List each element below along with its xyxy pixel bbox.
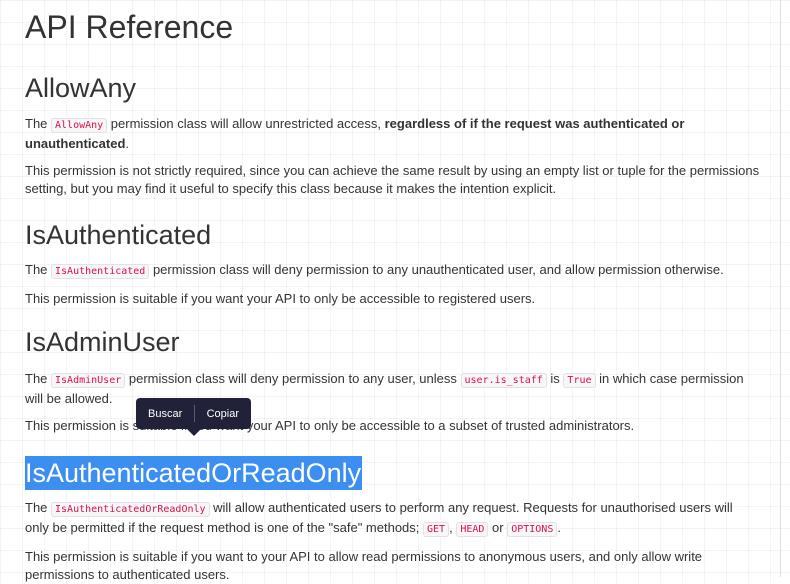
- isauthenticatedorreadonly-paragraph-2: This permission is suitable if you want …: [25, 548, 760, 584]
- doc-content: API Reference AllowAny The AllowAny perm…: [25, 0, 760, 584]
- selected-text-highlight[interactable]: IsAuthenticatedOrReadOnly: [25, 456, 362, 490]
- section-heading-isadminuser: IsAdminUser: [25, 325, 760, 359]
- search-button[interactable]: Buscar: [136, 408, 194, 420]
- popup-arrow: [187, 429, 201, 436]
- page-right-border: [780, 0, 781, 577]
- code-isauthenticatedorreadonly: IsAuthenticatedOrReadOnly: [51, 502, 210, 517]
- code-allowany: AllowAny: [51, 118, 107, 133]
- section-heading-isauthenticatedorreadonly[interactable]: IsAuthenticatedOrReadOnly: [25, 456, 760, 490]
- isauthenticated-paragraph-1: The IsAuthenticated permission class wil…: [25, 261, 760, 281]
- code-head: HEAD: [456, 522, 488, 537]
- code-get: GET: [423, 522, 449, 537]
- code-isadminuser: IsAdminUser: [51, 373, 125, 388]
- code-true: True: [563, 373, 595, 388]
- isauthenticated-paragraph-2: This permission is suitable if you want …: [25, 290, 760, 308]
- section-heading-isauthenticated: IsAuthenticated: [25, 218, 760, 252]
- copy-button[interactable]: Copiar: [195, 408, 251, 420]
- page-title: API Reference: [25, 8, 760, 46]
- code-user-is-staff: user.is_staff: [461, 373, 547, 388]
- code-options: OPTIONS: [507, 522, 557, 537]
- allowany-paragraph-1: The AllowAny permission class will allow…: [25, 115, 760, 153]
- selection-popup: Buscar Copiar: [136, 398, 251, 429]
- allowany-paragraph-2: This permission is not strictly required…: [25, 162, 760, 198]
- code-isauthenticated: IsAuthenticated: [51, 264, 149, 279]
- isauthenticatedorreadonly-paragraph-1: The IsAuthenticatedOrReadOnly will allow…: [25, 499, 760, 539]
- section-heading-allowany: AllowAny: [25, 71, 760, 105]
